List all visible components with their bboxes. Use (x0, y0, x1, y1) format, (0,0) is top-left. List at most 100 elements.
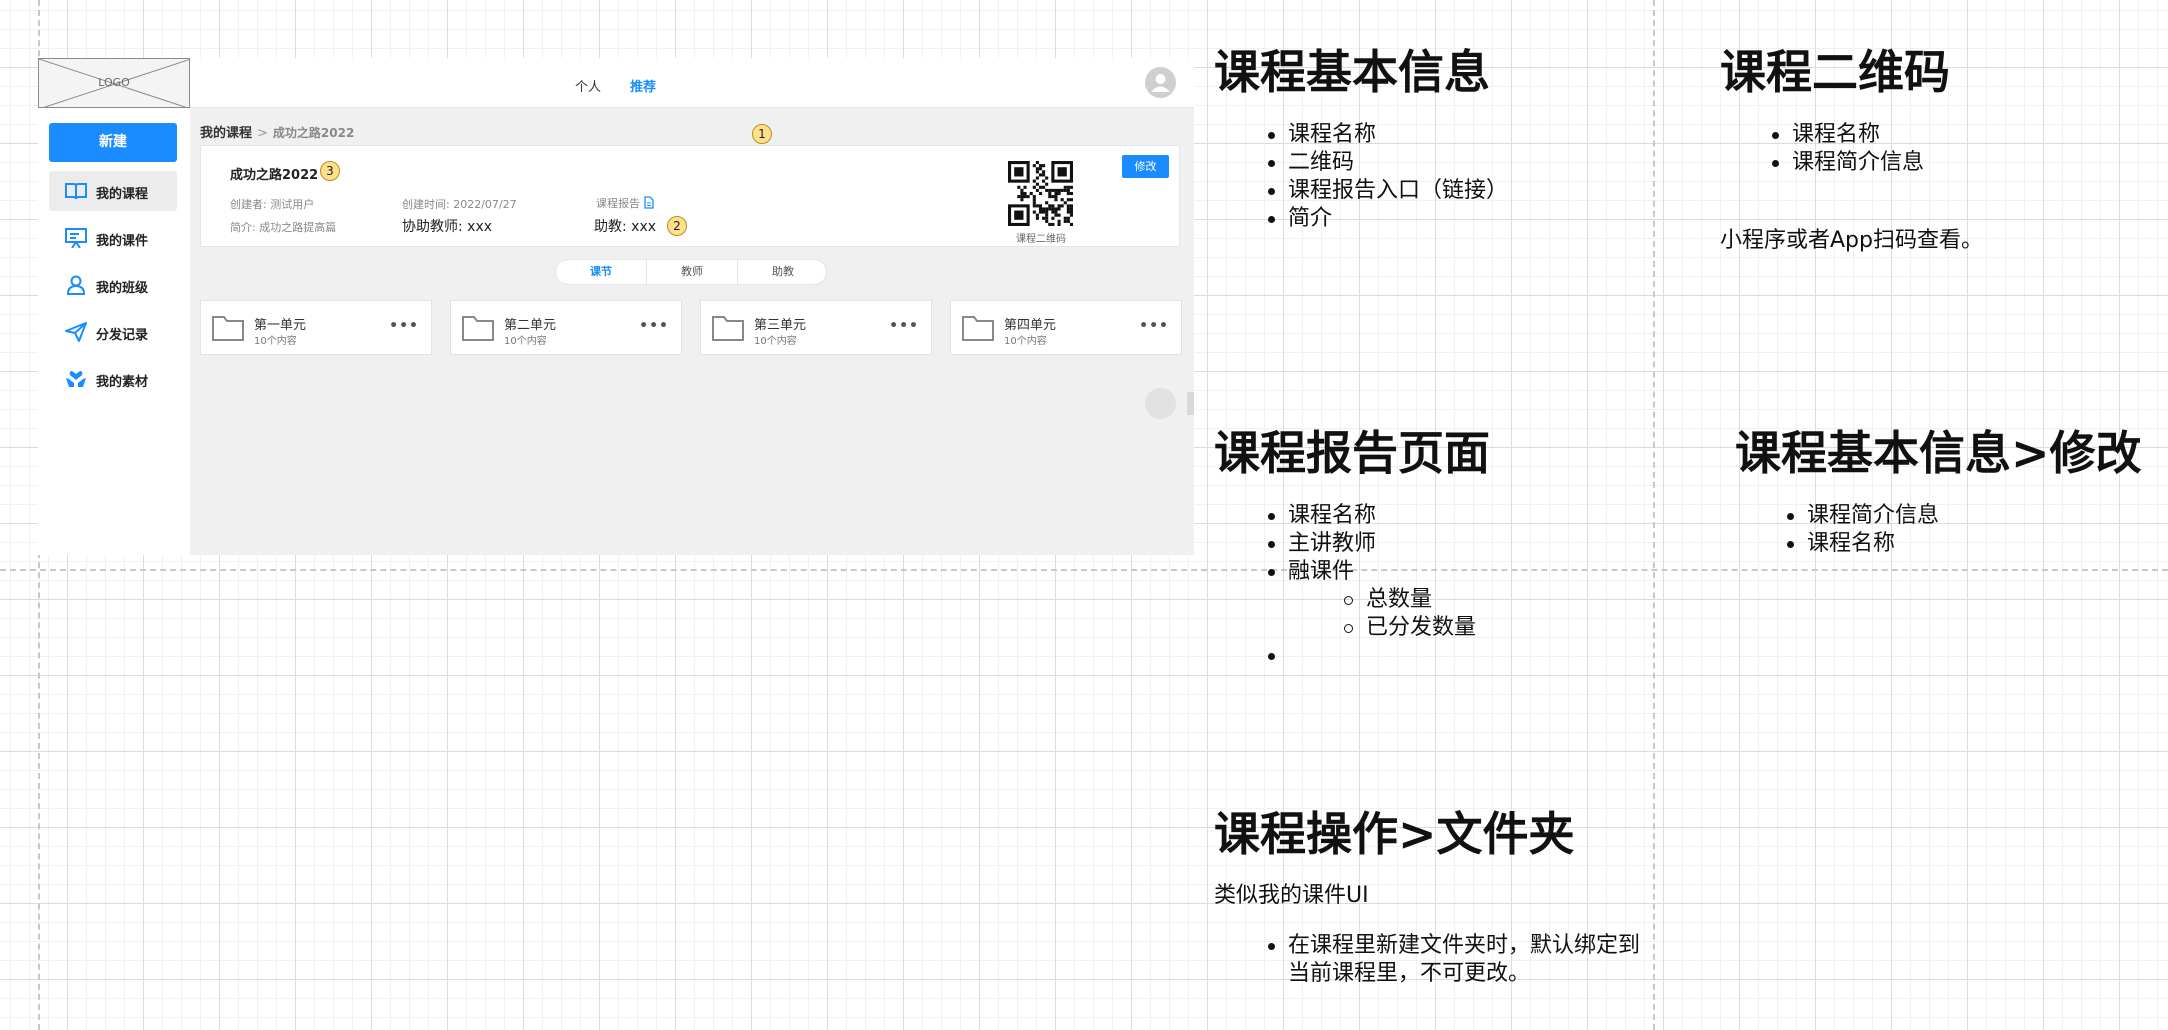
more-options-icon[interactable]: ••• (639, 318, 669, 334)
list-item-continued: 当前课程里，不可更改。 (1288, 961, 1531, 986)
sidebar-item-my-classes[interactable]: 我的班级 (49, 265, 177, 305)
course-assist-teacher: 协助教师: xxx (402, 216, 492, 236)
assist-teacher-label: 协助教师: (402, 219, 463, 235)
nav-tab-recommend[interactable]: 推荐 (630, 76, 656, 95)
folder-icon (712, 316, 744, 341)
floating-action-button[interactable] (1145, 388, 1176, 419)
folder-count: 10个内容 (504, 336, 547, 347)
guide-line-horizontal (0, 569, 2168, 571)
folder-card[interactable]: 第三单元 10个内容 ••• (700, 300, 932, 355)
annotation-title: 课程操作>文件夹 (1214, 807, 1575, 861)
course-info-card: 成功之路2022 3 创建者: 测试用户 创建时间: 2022/07/27 课程… (200, 145, 1180, 247)
breadcrumb-current: 成功之路2022 (272, 126, 355, 140)
sidebar-item-label: 我的课件 (96, 234, 149, 249)
qr-code-icon (1008, 161, 1073, 226)
more-options-icon[interactable]: ••• (1139, 318, 1169, 334)
creator-label: 创建者: (230, 198, 267, 211)
folder-name: 第一单元 (254, 318, 307, 333)
folder-count: 10个内容 (754, 336, 797, 347)
list-item: 课程简介信息 (1785, 502, 2142, 530)
intro-label: 简介: (230, 221, 256, 234)
sidebar-item-my-materials[interactable]: 我的素材 (49, 359, 177, 399)
annotation-list: 课程名称 主讲教师 融课件 (1266, 502, 1490, 586)
folder-name: 第四单元 (1004, 318, 1057, 333)
tab-teachers[interactable]: 教师 (647, 260, 737, 284)
new-button[interactable]: 新建 (49, 123, 177, 162)
annotation-edit-info: 课程基本信息>修改 课程简介信息 课程名称 (1735, 427, 2142, 558)
creator-value: 测试用户 (270, 198, 315, 211)
top-bar: LOGO 个人 推荐 (38, 58, 1194, 108)
main-content: 我的课程 > 成功之路2022 1 成功之路2022 3 创建者: 测试用户 创建时… (190, 108, 1194, 555)
list-item: 融课件 (1266, 558, 1490, 586)
annotation-sublist: 总数量 已分发数量 (1344, 586, 1490, 642)
folder-icon (962, 316, 994, 341)
user-icon (1151, 74, 1170, 92)
annotation-badge-1: 1 (752, 124, 772, 144)
breadcrumb-root[interactable]: 我的课程 (200, 126, 252, 141)
annotation-note: 类似我的课件UI (1214, 883, 1369, 908)
avatar[interactable] (1145, 67, 1176, 98)
tab-lessons[interactable]: 课节 (556, 260, 646, 284)
sidebar-item-distribution-records[interactable]: 分发记录 (49, 312, 177, 352)
annotation-list: 在课程里新建文件夹时，默认绑定到 当前课程里，不可更改。 (1266, 932, 1640, 988)
course-report-link[interactable]: 课程报告 (596, 195, 654, 211)
logo[interactable]: LOGO (38, 58, 190, 108)
list-item: 课程名称 (1785, 530, 2142, 558)
annotation-title: 课程二维码 (1720, 45, 1950, 99)
person-icon (66, 275, 86, 295)
sidebar-item-label: 分发记录 (96, 328, 149, 343)
list-item: 课程名称 (1266, 502, 1490, 530)
annotation-folder-ops: 课程操作>文件夹 类似我的课件UI 在课程里新建文件夹时，默认绑定到 当前课程里… (1214, 808, 1640, 988)
list-item: 主讲教师 (1266, 530, 1490, 558)
annotation-badge-3: 3 (320, 161, 340, 181)
sidebar: 新建 我的课程 我的课件 我的班级 分发记录 我的素材 (38, 108, 190, 555)
sidebar-item-label: 我的班级 (96, 281, 149, 296)
folder-icon (212, 316, 244, 341)
annotation-list-trailing (1266, 642, 1490, 670)
course-tabs: 课节 教师 助教 (555, 259, 827, 285)
report-label: 课程报告 (596, 197, 640, 210)
folder-card[interactable]: 第一单元 10个内容 ••• (200, 300, 432, 355)
app-window: LOGO 个人 推荐 新建 我的课程 我的课件 我的班级 分发记录 我的素材 我… (38, 58, 1194, 555)
sidebar-item-label: 我的素材 (96, 375, 149, 390)
edit-button[interactable]: 修改 (1122, 155, 1169, 178)
presentation-icon (65, 228, 87, 248)
list-item-empty (1266, 642, 1490, 670)
annotation-list: 课程名称 课程简介信息 (1770, 121, 1983, 177)
sidebar-item-my-courses[interactable]: 我的课程 (49, 171, 177, 211)
intro-value: 成功之路提高篇 (259, 221, 337, 234)
annotation-title: 课程报告页面 (1214, 426, 1490, 480)
annotation-report-page: 课程报告页面 课程名称 主讲教师 融课件 总数量 已分发数量 (1214, 427, 1490, 670)
sidebar-item-label: 我的课程 (96, 187, 149, 202)
hands-icon (66, 371, 86, 387)
course-creator: 创建者: 测试用户 (230, 196, 314, 212)
annotation-list: 课程名称 二维码 课程报告入口（链接） 简介 (1266, 121, 1508, 233)
folder-name: 第二单元 (504, 318, 557, 333)
list-item: 课程简介信息 (1770, 149, 1983, 177)
book-icon (65, 183, 87, 200)
assistant-value: xxx (631, 219, 657, 235)
list-item: 在课程里新建文件夹时，默认绑定到 (1266, 932, 1640, 960)
course-intro: 简介: 成功之路提高篇 (230, 219, 336, 235)
breadcrumb-separator: > (257, 126, 268, 141)
list-item: 课程报告入口（链接） (1266, 177, 1508, 205)
annotation-title: 课程基本信息>修改 (1735, 426, 2142, 480)
more-options-icon[interactable]: ••• (889, 318, 919, 334)
folder-count: 10个内容 (1004, 336, 1047, 347)
folder-card[interactable]: 第四单元 10个内容 ••• (950, 300, 1182, 355)
list-item: 二维码 (1266, 149, 1508, 177)
annotation-list: 课程简介信息 课程名称 (1785, 502, 2142, 558)
course-created-time: 创建时间: 2022/07/27 (402, 196, 517, 212)
document-icon (644, 196, 654, 209)
folder-card[interactable]: 第二单元 10个内容 ••• (450, 300, 682, 355)
send-icon (65, 322, 87, 342)
side-drawer-handle[interactable] (1187, 392, 1194, 415)
assist-teacher-value: xxx (467, 219, 493, 235)
created-value: 2022/07/27 (453, 198, 517, 211)
more-options-icon[interactable]: ••• (389, 318, 419, 334)
annotation-title: 课程基本信息 (1214, 45, 1490, 99)
tab-assistants[interactable]: 助教 (738, 260, 828, 284)
nav-tab-personal[interactable]: 个人 (575, 76, 601, 95)
sidebar-item-my-coursewares[interactable]: 我的课件 (49, 218, 177, 258)
created-label: 创建时间: (402, 198, 450, 211)
